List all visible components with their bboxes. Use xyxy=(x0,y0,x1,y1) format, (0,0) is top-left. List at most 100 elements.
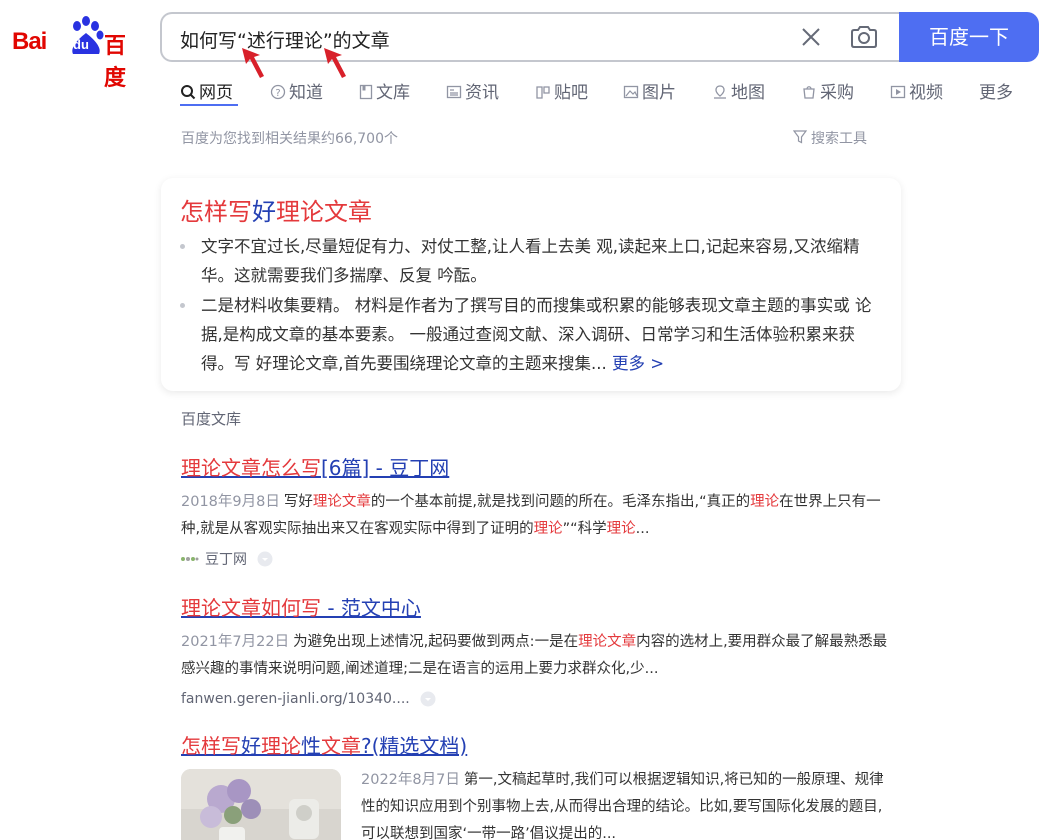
card-bullet: 二是材料收集要精。 材料是作者为了撰写目的而搜集或积累的能够表现文章主题的事实或… xyxy=(180,291,885,378)
card-title-part: 好 xyxy=(252,198,276,226)
map-icon xyxy=(714,85,726,99)
result-thumbnail[interactable] xyxy=(181,769,341,840)
annotation-arrow-icon xyxy=(242,48,264,78)
card-title-part: 理论文章 xyxy=(276,198,372,226)
purchase-icon xyxy=(803,86,815,99)
tab-label: 文库 xyxy=(376,83,410,103)
title-part: 理论文章如何写 xyxy=(181,596,321,620)
search-input[interactable]: 如何写“述行理论”的文章 xyxy=(160,12,900,62)
docin-favicon-icon xyxy=(181,557,199,561)
search-tools-button[interactable]: 搜索工具 xyxy=(792,128,867,148)
card-bullet-text: 二是材料收集要精。 材料是作者为了撰写目的而搜集或积累的能够表现文章主题的事实或… xyxy=(201,291,885,378)
title-part: - 范文中心 xyxy=(321,596,421,620)
tab-more[interactable]: 更多 xyxy=(979,78,1013,103)
tab-purchase[interactable]: 采购 xyxy=(801,78,854,103)
more-link[interactable]: 更多 > xyxy=(612,354,664,373)
tieba-icon xyxy=(536,86,550,99)
annotation-arrow-icon xyxy=(324,48,346,78)
bullet-dot xyxy=(180,303,185,308)
search-result: 怎样写好理论性文章?(精选文档) xyxy=(181,733,891,759)
title-part: 文章 xyxy=(321,734,361,758)
close-icon[interactable] xyxy=(798,24,824,50)
search-result: 理论文章如何写 - 范文中心 2021年7月22日 为避免出现上述情况,起码要做到… xyxy=(181,595,891,709)
snippet-part: 理论 xyxy=(606,521,636,537)
active-tab-indicator xyxy=(180,104,238,106)
result-snippet: 2022年8月7日 第一,文稿起草时,我们可以根据逻辑知识,将已知的一般原理、规律… xyxy=(361,767,891,840)
title-part: 性 xyxy=(301,734,321,758)
tab-label: 采购 xyxy=(820,83,854,103)
tab-map[interactable]: 地图 xyxy=(712,78,765,103)
logo-chinese-text: 百度 xyxy=(104,34,127,91)
flower-vase-image xyxy=(181,769,341,840)
baidu-logo[interactable]: Bai du 百度 xyxy=(12,14,142,91)
svg-text:?: ? xyxy=(275,88,280,99)
chevron-down-icon[interactable] xyxy=(420,691,436,707)
filter-icon xyxy=(792,130,808,144)
source-label: 百度文库 xyxy=(181,410,242,428)
chevron-down-icon[interactable] xyxy=(257,551,273,567)
search-result: 理论文章怎么写[6篇] - 豆丁网 2018年9月8日 写好理论文章的一个基本前提… xyxy=(181,455,891,569)
tab-label: 视频 xyxy=(909,83,943,103)
result-source: fanwen.geren-jianli.org/10340.... xyxy=(181,689,891,709)
snippet-part: 理论 xyxy=(750,494,780,510)
result-date: 2018年9月8日 xyxy=(181,494,280,510)
tab-news[interactable]: 资讯 xyxy=(446,78,499,103)
snippet-part: 的一个基本前提,就是找到问题的所在。毛泽东指出,“真正的 xyxy=(370,494,751,510)
search-icon xyxy=(181,85,196,100)
tab-zhidao[interactable]: ? 知道 xyxy=(270,78,323,103)
tab-label: 地图 xyxy=(731,83,765,103)
tab-label: 资讯 xyxy=(465,83,499,103)
card-bullet-content: 二是材料收集要精。 材料是作者为了撰写目的而搜集或积累的能够表现文章主题的事实或… xyxy=(201,296,872,373)
logo-du-text: du xyxy=(73,37,89,52)
bullet-dot xyxy=(180,244,185,249)
snippet-part: 理论文章 xyxy=(312,494,371,510)
result-date: 2022年8月7日 xyxy=(361,772,460,788)
tab-wenku[interactable]: 文库 xyxy=(359,78,410,103)
tab-label: 图片 xyxy=(642,83,676,103)
result-title-link[interactable]: 怎样写好理论性文章?(精选文档) xyxy=(181,733,891,759)
image-icon xyxy=(623,85,639,99)
result-source-name[interactable]: 豆丁网 xyxy=(205,549,247,569)
video-icon xyxy=(890,85,906,99)
logo-latin-text: Bai xyxy=(12,28,47,55)
snippet-part: ... xyxy=(635,521,650,537)
camera-icon[interactable] xyxy=(850,25,878,49)
title-part: 怎样写 xyxy=(181,734,241,758)
search-tools-label: 搜索工具 xyxy=(811,131,867,147)
card-title[interactable]: 怎样写好理论文章 xyxy=(180,192,372,227)
news-icon xyxy=(446,85,462,99)
tab-label: 网页 xyxy=(199,83,233,103)
snippet-part: 理论文章 xyxy=(578,634,637,650)
title-part: ?(精选文档) xyxy=(361,734,468,758)
snippet-part: 理论 xyxy=(533,521,563,537)
card-title-part: 怎样写 xyxy=(180,198,252,226)
title-part: 理论 xyxy=(261,734,301,758)
tab-label: 贴吧 xyxy=(554,83,588,103)
result-source: 豆丁网 xyxy=(181,549,891,569)
search-query-text: 如何写“述行理论”的文章 xyxy=(180,30,390,52)
card-bullet-text: 文字不宜过长,尽量短促有力、对仗工整,让人看上去美 观,读起来上口,记起来容易,… xyxy=(201,237,860,285)
title-part: [6篇] - 豆丁网 xyxy=(321,456,450,480)
snippet-part: ”“科学 xyxy=(562,521,607,537)
result-date: 2021年7月22日 xyxy=(181,634,290,650)
tab-tieba[interactable]: 贴吧 xyxy=(535,78,588,103)
tab-images[interactable]: 图片 xyxy=(623,78,676,103)
search-button[interactable]: 百度一下 xyxy=(899,12,1039,62)
result-snippet: 2021年7月22日 为避免出现上述情况,起码要做到两点:一是在理论文章内容的选材… xyxy=(181,629,891,683)
title-part: 好 xyxy=(241,734,261,758)
tab-label: 知道 xyxy=(289,83,323,103)
snippet-part: 为避免出现上述情况,起码要做到两点:一是在 xyxy=(293,634,579,650)
document-icon xyxy=(359,84,373,100)
tab-label: 更多 xyxy=(979,83,1013,103)
question-icon: ? xyxy=(270,84,286,100)
snippet-part: 写好 xyxy=(283,494,313,510)
result-title-link[interactable]: 理论文章如何写 - 范文中心 xyxy=(181,595,891,621)
title-part: 理论文章怎么写 xyxy=(181,456,321,480)
result-source-url[interactable]: fanwen.geren-jianli.org/10340.... xyxy=(181,691,410,707)
tab-web[interactable]: 网页 xyxy=(180,78,238,106)
tab-video[interactable]: 视频 xyxy=(890,78,943,103)
result-snippet: 2018年9月8日 写好理论文章的一个基本前提,就是找到问题的所在。毛泽东指出,“… xyxy=(181,489,891,543)
result-count: 百度为您找到相关结果约66,700个 xyxy=(181,131,398,147)
card-bullet: 文字不宜过长,尽量短促有力、对仗工整,让人看上去美 观,读起来上口,记起来容易,… xyxy=(180,232,885,290)
result-title-link[interactable]: 理论文章怎么写[6篇] - 豆丁网 xyxy=(181,455,891,481)
